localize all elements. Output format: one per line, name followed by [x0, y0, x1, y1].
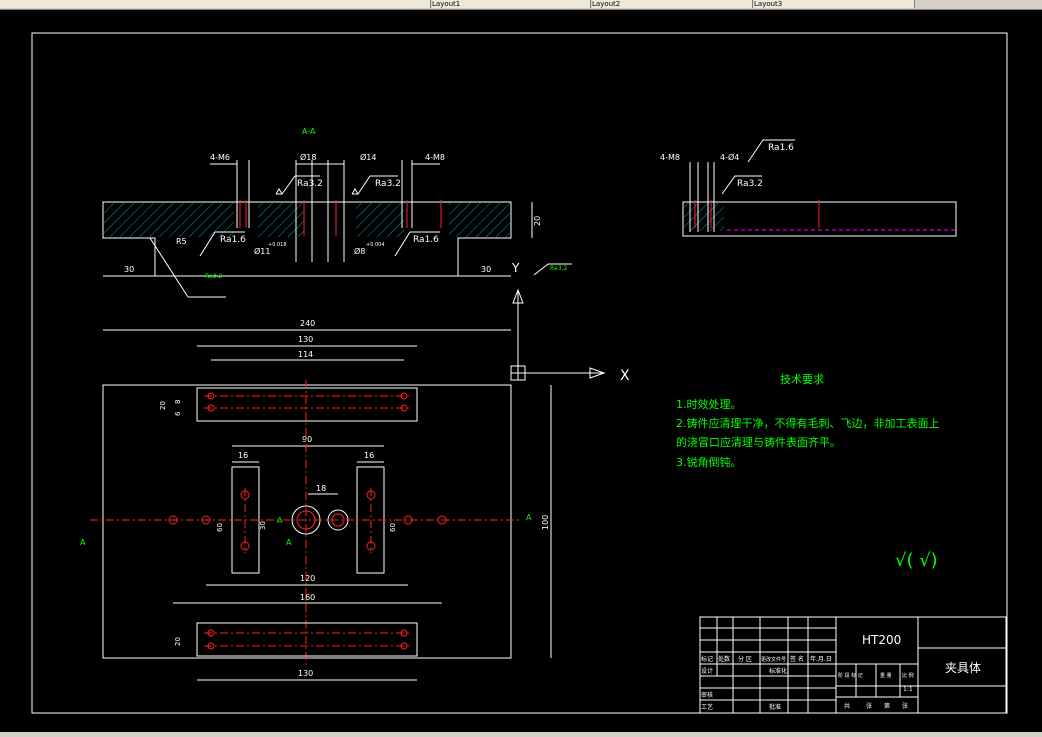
- drawing-svg: A-A 4-M6 Ø18 Ø14 4-M8 Ra3.2 Ra3.2 Ra1.6 …: [31, 32, 1008, 714]
- dim-h20-bottom: 20: [174, 637, 182, 646]
- dim-m6-right: 4-M8: [425, 153, 445, 162]
- dim-h100: 100: [541, 515, 550, 530]
- tb-zhongliang: 重 量: [880, 672, 892, 679]
- dim-d8: Ø8: [354, 246, 365, 256]
- dim-w16-left: 16: [238, 451, 248, 460]
- notes-title: 技术要求: [780, 373, 824, 386]
- dim-w114: 114: [298, 350, 313, 359]
- dim-h8: 8: [174, 400, 182, 404]
- dim-r5: R5: [176, 237, 187, 246]
- dim-w120: 120: [300, 574, 315, 583]
- tb-di: 第: [884, 702, 890, 710]
- tb-gong: 共: [844, 702, 850, 710]
- tb-biaoji: 标记: [701, 655, 713, 663]
- layout-tab-3[interactable]: Layout3: [754, 0, 915, 8]
- side-dim-m8: 4-M8: [660, 153, 680, 162]
- rough-ra16-b: Ra1.6: [413, 235, 439, 245]
- layout-tab-2[interactable]: Layout2: [592, 0, 753, 8]
- tb-shenhe: 审核: [701, 691, 713, 699]
- dim-w130-bottom: 130: [298, 669, 313, 678]
- cad-tab-bar: Layout1 Layout2 Layout3: [0, 0, 1042, 10]
- tb-fenqu: 分 区: [738, 655, 752, 663]
- layout-tab-2-label: Layout2: [592, 0, 621, 8]
- side-view: 4-M8 4-Ø4 Ra1.6 Ra3.2: [660, 139, 957, 237]
- layout-tab-3-label: Layout3: [754, 0, 783, 8]
- side-rough-ra16: Ra1.6: [768, 143, 794, 153]
- dim-w160: 160: [300, 593, 315, 602]
- tb-date: 年.月.日: [810, 655, 832, 663]
- note-line-1: 1.时效处理。: [676, 397, 742, 411]
- dim-h6: 6: [174, 411, 182, 416]
- layout-tab-1-label: Layout1: [432, 0, 461, 8]
- dim-w90: 90: [302, 435, 312, 444]
- axis-y-label: Y: [511, 261, 520, 275]
- dim-w16-right: 16: [364, 451, 374, 460]
- side-rough-ra32: Ra3.2: [737, 179, 763, 189]
- section-mark-mid2: A: [286, 538, 292, 547]
- plan-view: 240 130 114 20 8 6 90 16 16 18 60 30 60 …: [80, 261, 630, 681]
- title-material: HT200: [862, 633, 901, 647]
- section-mark-right: A: [526, 513, 532, 522]
- note-line-2: 2.铸件应清理干净，不得有毛刺、飞边，非加工表面上: [676, 416, 940, 430]
- tb-zhang: 张: [866, 702, 872, 710]
- section-title: A-A: [302, 127, 316, 136]
- tb-qianming: 签 名: [790, 655, 804, 663]
- tb-sheji: 设计: [701, 667, 713, 675]
- rough-ra32-a: Ra3.2: [297, 179, 323, 189]
- dim-h60-left: 60: [216, 523, 224, 532]
- axis-x-label: X: [620, 368, 630, 384]
- title-block: HT200 夹具体 1:1 标记 处数 分 区 更改文件号 签 名 年.月.日 …: [699, 616, 1007, 714]
- rough-ra16-a: Ra1.6: [220, 235, 246, 245]
- rough-ra32-c: Ra3.2: [205, 273, 222, 280]
- toolbar-strip: [0, 0, 431, 8]
- note-line-4: 3.锐角倒钝。: [676, 455, 742, 469]
- tb-gengai: 更改文件号: [761, 656, 786, 663]
- dim-m6-left: 4-M6: [210, 153, 230, 162]
- status-bar: [0, 732, 1042, 737]
- dim-w240: 240: [300, 319, 315, 328]
- rough-ra32-d: Ra3.2: [550, 265, 567, 272]
- dim-h20-top: 20: [159, 401, 167, 410]
- rough-ra32-b: Ra3.2: [375, 179, 401, 189]
- dim-w30-left: 30: [124, 265, 134, 274]
- title-scale: 1:1: [903, 686, 913, 693]
- dim-d11-tol: +0.018: [268, 242, 287, 248]
- tb-zhang2: 张: [902, 702, 908, 710]
- dim-w30-right: 30: [481, 265, 491, 274]
- layout-tab-1[interactable]: Layout1: [432, 0, 591, 8]
- tb-jieduan: 阶 段 标 记: [838, 672, 863, 679]
- title-part-name: 夹具体: [945, 661, 981, 675]
- dim-w18: 18: [316, 484, 326, 493]
- technical-notes: 技术要求 1.时效处理。 2.铸件应清理干净，不得有毛刺、飞边，非加工表面上 的…: [676, 373, 940, 571]
- tb-biaozhunhua: 标准化: [769, 667, 787, 675]
- tb-gongyi: 工艺: [701, 703, 713, 711]
- section-mark-left: A: [80, 538, 86, 547]
- dim-h60-right: 60: [389, 523, 397, 532]
- dim-d8-tol: +0.004: [366, 242, 385, 248]
- dim-d14: Ø14: [360, 152, 376, 162]
- section-view-aa: A-A 4-M6 Ø18 Ø14 4-M8 Ra3.2 Ra3.2 Ra1.6 …: [102, 127, 572, 298]
- side-dim-m4: 4-Ø4: [720, 152, 739, 162]
- dim-h20: 20: [533, 216, 542, 226]
- note-line-3: 的浇冒口应清理与铸件表面齐平。: [676, 435, 841, 449]
- dim-h30: 30: [259, 521, 267, 530]
- dim-w130-top: 130: [298, 335, 313, 344]
- dim-d18: Ø18: [300, 152, 316, 162]
- drawing-canvas[interactable]: A-A 4-M6 Ø18 Ø14 4-M8 Ra3.2 Ra3.2 Ra1.6 …: [0, 10, 1042, 732]
- tb-pizhun: 批准: [769, 703, 781, 711]
- tb-chushu: 处数: [718, 655, 730, 663]
- general-rough-symbol: √( √): [895, 550, 938, 571]
- section-mark-mid: A: [277, 516, 283, 525]
- tb-bili: 比 例: [902, 672, 914, 679]
